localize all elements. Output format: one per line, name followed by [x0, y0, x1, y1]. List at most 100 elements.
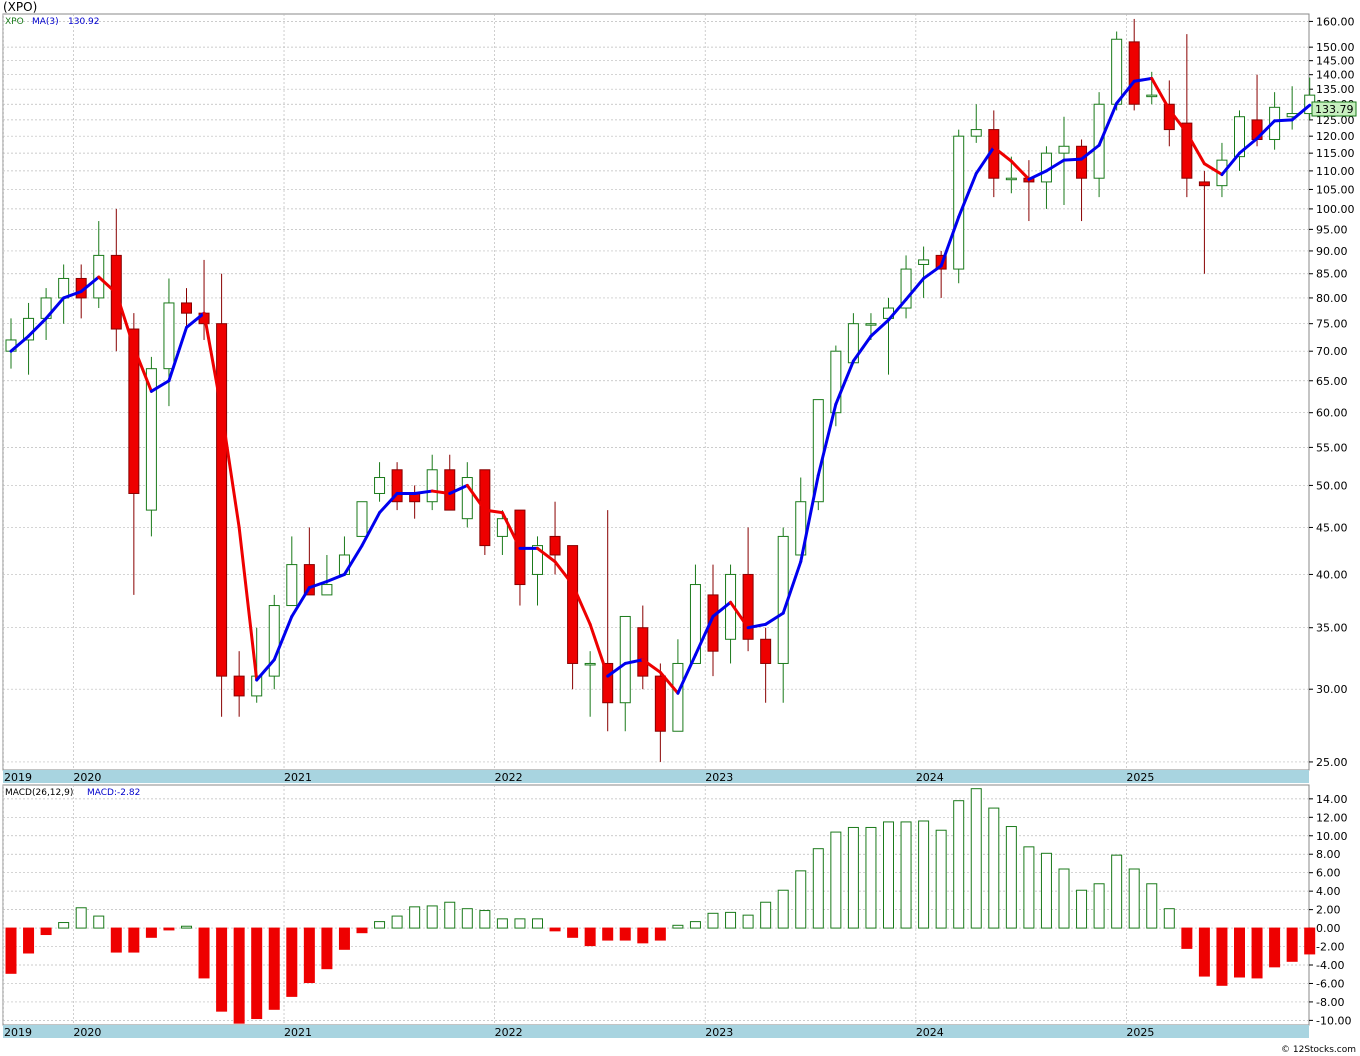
macd-bar-positive	[58, 922, 70, 929]
macd-bar-positive	[1040, 852, 1052, 929]
macd-bar-positive	[461, 908, 473, 929]
year-label: 2023	[705, 1026, 733, 1039]
macd-bar-negative	[637, 927, 649, 944]
price-ytick-label: 145.00	[1316, 55, 1355, 68]
macd-bar-negative	[145, 927, 157, 938]
price-ytick-label: 40.00	[1316, 568, 1348, 581]
macd-bar-positive	[918, 820, 930, 929]
price-ytick-label: 35.00	[1316, 622, 1348, 635]
price-panel: 25.00 30.00 35.00 40.00 45.00 50.00 55.00 60.00…	[2, 13, 1357, 784]
macd-legend-value: MACD:-2.82	[87, 788, 140, 798]
macd-ytick-label: 6.00	[1316, 867, 1341, 880]
candle-body	[286, 564, 298, 607]
macd-bar-negative	[216, 927, 228, 1012]
macd-ytick-label: 8.00	[1316, 848, 1341, 861]
macd-bar-negative	[268, 927, 280, 1010]
year-label: 2022	[495, 1026, 523, 1039]
candle-body	[742, 573, 754, 640]
macd-bar-positive	[742, 914, 754, 929]
macd-bar-positive	[847, 826, 859, 929]
macd-bar-negative	[5, 927, 17, 974]
macd-bar-positive	[865, 826, 877, 929]
candle-body	[970, 129, 982, 137]
macd-bar-positive	[1111, 854, 1123, 929]
last-price-label: 133.79	[1315, 103, 1354, 116]
candle-body	[1076, 145, 1088, 179]
candle-body	[1058, 145, 1070, 154]
macd-ytick-label: 4.00	[1316, 885, 1341, 898]
price-ytick-label: 70.00	[1316, 345, 1348, 358]
macd-bar-negative	[110, 927, 122, 953]
macd-y-axis: 14.00 12.00 10.00 8.00 6.00 4.00 2.00 0.00 -2.00…	[1309, 793, 1351, 1027]
price-legend: XPO MA(3) 130.92	[5, 17, 100, 27]
candle-down	[216, 273, 228, 717]
macd-ytick-label: 12.00	[1316, 811, 1348, 824]
macd-bar-negative	[40, 927, 52, 936]
candle-up	[356, 501, 368, 537]
macd-bar-negative	[338, 927, 350, 950]
macd-bar-positive	[830, 831, 842, 929]
candle-body	[584, 662, 596, 666]
candle-body	[233, 675, 245, 697]
candle-body	[1093, 103, 1105, 179]
candle-body	[181, 302, 192, 314]
chart-title: (XPO)	[3, 0, 37, 14]
year-label: 2025	[1126, 1026, 1154, 1039]
macd-ytick-label: -4.00	[1316, 959, 1344, 972]
price-x-axis-band	[3, 770, 1309, 783]
price-panel-frame	[2, 13, 1310, 771]
macd-bar-positive	[426, 905, 438, 929]
macd-bar-positive	[1146, 883, 1158, 929]
price-ytick-label: 65.00	[1316, 375, 1348, 388]
macd-bar-positive	[970, 788, 982, 929]
macd-bar-positive	[777, 889, 789, 929]
candle-body	[865, 323, 877, 326]
candle-body	[549, 535, 561, 556]
price-ytick-label: 25.00	[1316, 756, 1348, 769]
candle-body	[356, 501, 368, 537]
candle-body	[426, 469, 438, 503]
macd-bar-negative	[654, 927, 666, 941]
price-ytick-label: 80.00	[1316, 292, 1348, 305]
year-label: 2024	[916, 1026, 944, 1039]
macd-bar-positive	[479, 910, 491, 929]
macd-ytick-label: -8.00	[1316, 996, 1344, 1009]
macd-ytick-label: -6.00	[1316, 977, 1344, 990]
macd-bar-negative	[1234, 927, 1245, 978]
macd-bar-positive	[409, 906, 421, 929]
macd-bar-positive	[496, 918, 508, 929]
macd-bar-negative	[1251, 927, 1263, 979]
macd-bar-negative	[1181, 927, 1193, 949]
macd-ytick-label: -10.00	[1316, 1014, 1351, 1027]
candle-body	[654, 675, 666, 732]
candle-body	[1146, 94, 1158, 98]
macd-bar-negative	[584, 927, 596, 947]
macd-bar-negative	[251, 927, 263, 1020]
year-label: 2023	[705, 771, 733, 784]
macd-bar-positive	[181, 925, 192, 929]
macd-bar-negative	[1216, 927, 1228, 986]
macd-bar-positive	[1128, 868, 1140, 929]
macd-bar-positive	[532, 918, 543, 929]
macd-bar-positive	[988, 807, 1000, 929]
candle-body	[619, 615, 631, 704]
year-label: 2024	[916, 771, 944, 784]
macd-bar-positive	[1058, 868, 1070, 929]
macd-bar-negative	[567, 927, 579, 938]
price-ytick-label: 115.00	[1316, 147, 1355, 160]
macd-bar-negative	[163, 927, 175, 931]
macd-ytick-label: 2.00	[1316, 904, 1341, 917]
price-ytick-label: 85.00	[1316, 268, 1348, 281]
year-label: 2021	[284, 771, 312, 784]
price-ytick-label: 110.00	[1316, 165, 1355, 178]
candle-down	[479, 469, 491, 555]
year-label: 2019	[4, 771, 32, 784]
macd-bar-negative	[619, 927, 631, 941]
price-ytick-label: 50.00	[1316, 479, 1348, 492]
macd-bar-negative	[549, 927, 561, 932]
macd-bar-negative	[1304, 927, 1316, 955]
legend-ma-label: MA(3)	[32, 17, 59, 27]
candle-body	[163, 302, 175, 370]
candle-body	[58, 277, 70, 299]
price-ytick-label: 95.00	[1316, 223, 1348, 236]
